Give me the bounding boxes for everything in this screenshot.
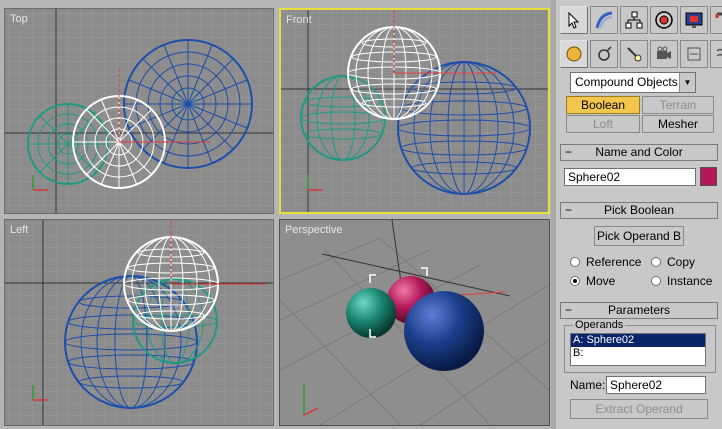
radio-label: Copy bbox=[667, 255, 696, 269]
camera-icon bbox=[657, 46, 671, 59]
radio-dot-selected bbox=[570, 276, 580, 286]
operand-b-item[interactable]: B: bbox=[571, 347, 705, 360]
display-tab[interactable] bbox=[680, 6, 708, 34]
pick-boolean-title: Pick Boolean bbox=[603, 203, 675, 217]
radio-label: Reference bbox=[586, 255, 642, 269]
pick-operand-b-button[interactable]: Pick Operand B bbox=[594, 226, 684, 246]
command-panel: Compound Objects ▼ Boolean Terrain Loft … bbox=[556, 0, 722, 429]
select-arrow-icon bbox=[568, 11, 580, 29]
operand-name-field[interactable]: Sphere02 bbox=[606, 376, 706, 394]
name-and-color-title: Name and Color bbox=[595, 145, 683, 159]
name-and-color-rollout[interactable]: − Name and Color bbox=[560, 144, 718, 161]
operands-list[interactable]: A: Sphere02 B: bbox=[570, 333, 706, 366]
shapes-button[interactable] bbox=[590, 40, 618, 68]
create-category-buttons bbox=[560, 40, 722, 70]
radio-label: Move bbox=[586, 274, 616, 288]
motion-icon bbox=[655, 11, 673, 29]
category-dropdown[interactable]: Compound Objects ▼ bbox=[570, 72, 696, 93]
terrain-button[interactable]: Terrain bbox=[642, 96, 714, 114]
radio-dot bbox=[651, 276, 661, 286]
operand-a-item[interactable]: A: Sphere02 bbox=[571, 334, 705, 347]
operand-name-label: Name: bbox=[570, 378, 606, 392]
viewport-label-perspective[interactable]: Perspective bbox=[285, 224, 342, 236]
front-scene bbox=[281, 10, 548, 212]
parameters-title: Parameters bbox=[607, 303, 671, 317]
create-tab[interactable] bbox=[590, 6, 618, 34]
viewport-label-left[interactable]: Left bbox=[10, 224, 28, 236]
boolean-button[interactable]: Boolean bbox=[566, 96, 640, 114]
utilities-tab[interactable] bbox=[710, 6, 722, 34]
radio-move[interactable]: Move bbox=[570, 274, 615, 288]
collapse-icon: − bbox=[565, 203, 573, 217]
radio-dot bbox=[570, 257, 580, 267]
lights-button[interactable] bbox=[620, 40, 648, 68]
object-color-swatch[interactable] bbox=[700, 167, 717, 186]
parameters-rollout[interactable]: − Parameters bbox=[560, 302, 718, 319]
hierarchy-tab[interactable] bbox=[620, 6, 648, 34]
display-icon bbox=[685, 12, 703, 28]
radio-instance[interactable]: Instance bbox=[651, 274, 712, 288]
command-panel-tabs bbox=[560, 6, 722, 36]
loft-button[interactable]: Loft bbox=[566, 115, 640, 133]
operands-label: Operands bbox=[573, 319, 626, 331]
extract-operand-button[interactable]: Extract Operand bbox=[570, 399, 708, 419]
radio-label: Instance bbox=[667, 274, 713, 288]
geometry-button[interactable] bbox=[560, 40, 588, 68]
viewport-label-top[interactable]: Top bbox=[10, 13, 28, 25]
chevron-down-icon[interactable]: ▼ bbox=[679, 73, 695, 92]
spacewarps-button[interactable] bbox=[710, 40, 722, 68]
mesher-button[interactable]: Mesher bbox=[642, 115, 714, 133]
select-tool-button[interactable] bbox=[560, 6, 588, 34]
category-dropdown-value: Compound Objects bbox=[575, 75, 678, 89]
shapes-icon bbox=[598, 46, 612, 61]
geometry-sphere-icon bbox=[566, 46, 582, 62]
collapse-icon: − bbox=[565, 303, 573, 317]
viewport-perspective[interactable]: Perspective bbox=[279, 219, 550, 426]
create-icon bbox=[595, 11, 613, 29]
object-name-field[interactable]: Sphere02 bbox=[564, 168, 696, 186]
left-scene bbox=[5, 220, 273, 425]
radio-dot bbox=[651, 257, 661, 267]
helpers-button[interactable] bbox=[680, 40, 708, 68]
lights-icon bbox=[627, 47, 642, 62]
viewport-left[interactable]: Left bbox=[4, 219, 274, 426]
helpers-icon bbox=[687, 47, 701, 61]
pick-boolean-rollout[interactable]: − Pick Boolean bbox=[560, 202, 718, 219]
viewport-label-front[interactable]: Front bbox=[286, 14, 312, 26]
teal-sphere-persp bbox=[346, 288, 396, 338]
radio-copy[interactable]: Copy bbox=[651, 255, 695, 269]
collapse-icon: − bbox=[565, 145, 573, 159]
radio-reference[interactable]: Reference bbox=[570, 255, 641, 269]
hierarchy-icon bbox=[625, 11, 643, 29]
viewport-top[interactable]: Top bbox=[4, 8, 274, 214]
utilities-icon bbox=[715, 12, 722, 18]
motion-tab[interactable] bbox=[650, 6, 678, 34]
top-scene bbox=[5, 9, 273, 213]
cameras-button[interactable] bbox=[650, 40, 678, 68]
spacewarp-icon bbox=[716, 48, 722, 57]
blue-sphere-persp bbox=[404, 291, 484, 371]
viewport-front[interactable]: Front bbox=[279, 8, 550, 214]
perspective-scene bbox=[280, 220, 549, 425]
